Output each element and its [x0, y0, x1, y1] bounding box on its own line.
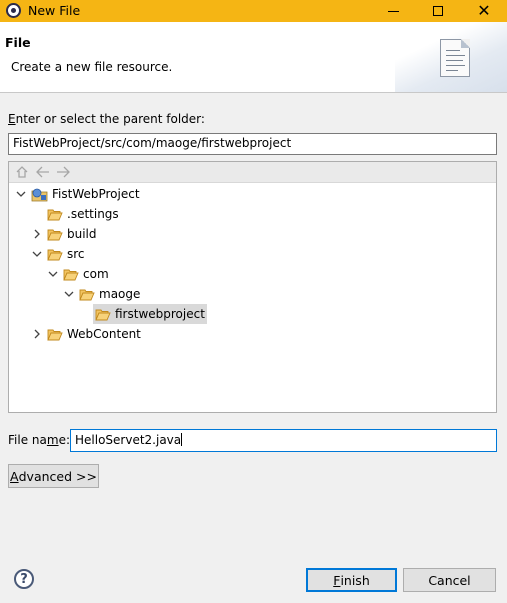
- tree-item-com[interactable]: com: [47, 264, 109, 284]
- tree-toolbar: [9, 162, 496, 183]
- tree-item-webcontent[interactable]: WebContent: [31, 324, 141, 344]
- tree-item-label: .settings: [67, 207, 119, 221]
- parent-folder-input[interactable]: FistWebProject/src/com/maoge/firstwebpro…: [8, 133, 497, 155]
- forward-arrow-icon[interactable]: [55, 165, 71, 179]
- tree-item-label: src: [67, 247, 85, 261]
- close-icon: ✕: [477, 1, 491, 20]
- tree-item-build[interactable]: build: [31, 224, 97, 244]
- chevron-down-icon[interactable]: [31, 248, 43, 260]
- chevron-down-icon[interactable]: [63, 288, 75, 300]
- tree-item-label: WebContent: [67, 327, 141, 341]
- wizard-header: File Create a new file resource.: [0, 22, 507, 93]
- file-name-input[interactable]: HelloServet2.java: [70, 429, 497, 452]
- back-arrow-icon[interactable]: [35, 165, 51, 179]
- title-bar: New File ✕: [0, 0, 507, 22]
- tree-item-firstwebproject[interactable]: firstwebproject: [93, 304, 207, 324]
- tree-item-label: com: [83, 267, 109, 281]
- chevron-right-icon[interactable]: [31, 228, 43, 240]
- tree-item-label: build: [67, 227, 97, 241]
- web-project-icon: [31, 187, 48, 202]
- parent-folder-label: Enter or select the parent folder:: [8, 112, 205, 126]
- tree-item-maoge[interactable]: maoge: [63, 284, 140, 304]
- chevron-down-icon[interactable]: [47, 268, 59, 280]
- tree-item-label: FistWebProject: [52, 187, 140, 201]
- eclipse-icon: [6, 3, 21, 18]
- window-title: New File: [28, 3, 81, 18]
- chevron-right-icon[interactable]: [31, 328, 43, 340]
- file-name-label: File name:: [8, 433, 70, 447]
- tree-item-label: firstwebproject: [115, 307, 205, 321]
- folder-icon: [47, 248, 63, 261]
- chevron-down-icon[interactable]: [15, 188, 27, 200]
- tree-item-label: maoge: [99, 287, 141, 301]
- folder-icon: [47, 208, 63, 221]
- page-title: File: [5, 35, 31, 50]
- advanced-button[interactable]: Advanced >>: [8, 464, 99, 488]
- folder-icon: [47, 328, 63, 341]
- folder-icon: [79, 288, 95, 301]
- minimize-icon: [387, 10, 399, 12]
- folder-icon: [47, 228, 63, 241]
- folder-tree-panel: FistWebProject .settings build src com m…: [8, 161, 497, 413]
- tree-item-settings[interactable]: .settings: [47, 204, 119, 224]
- tree-item-fistwebproject[interactable]: FistWebProject: [15, 184, 140, 204]
- tree-item-src[interactable]: src: [31, 244, 85, 264]
- home-icon[interactable]: [15, 165, 31, 179]
- finish-button[interactable]: Finish: [306, 568, 397, 592]
- maximize-button[interactable]: [415, 0, 461, 22]
- folder-icon: [95, 308, 111, 321]
- help-icon[interactable]: ?: [14, 569, 34, 589]
- folder-icon: [63, 268, 79, 281]
- minimize-button[interactable]: [370, 0, 416, 22]
- page-description: Create a new file resource.: [11, 60, 173, 74]
- close-button[interactable]: ✕: [461, 0, 507, 22]
- maximize-icon: [433, 6, 443, 16]
- new-file-wizard-icon: [440, 39, 470, 77]
- cancel-button[interactable]: Cancel: [403, 568, 496, 592]
